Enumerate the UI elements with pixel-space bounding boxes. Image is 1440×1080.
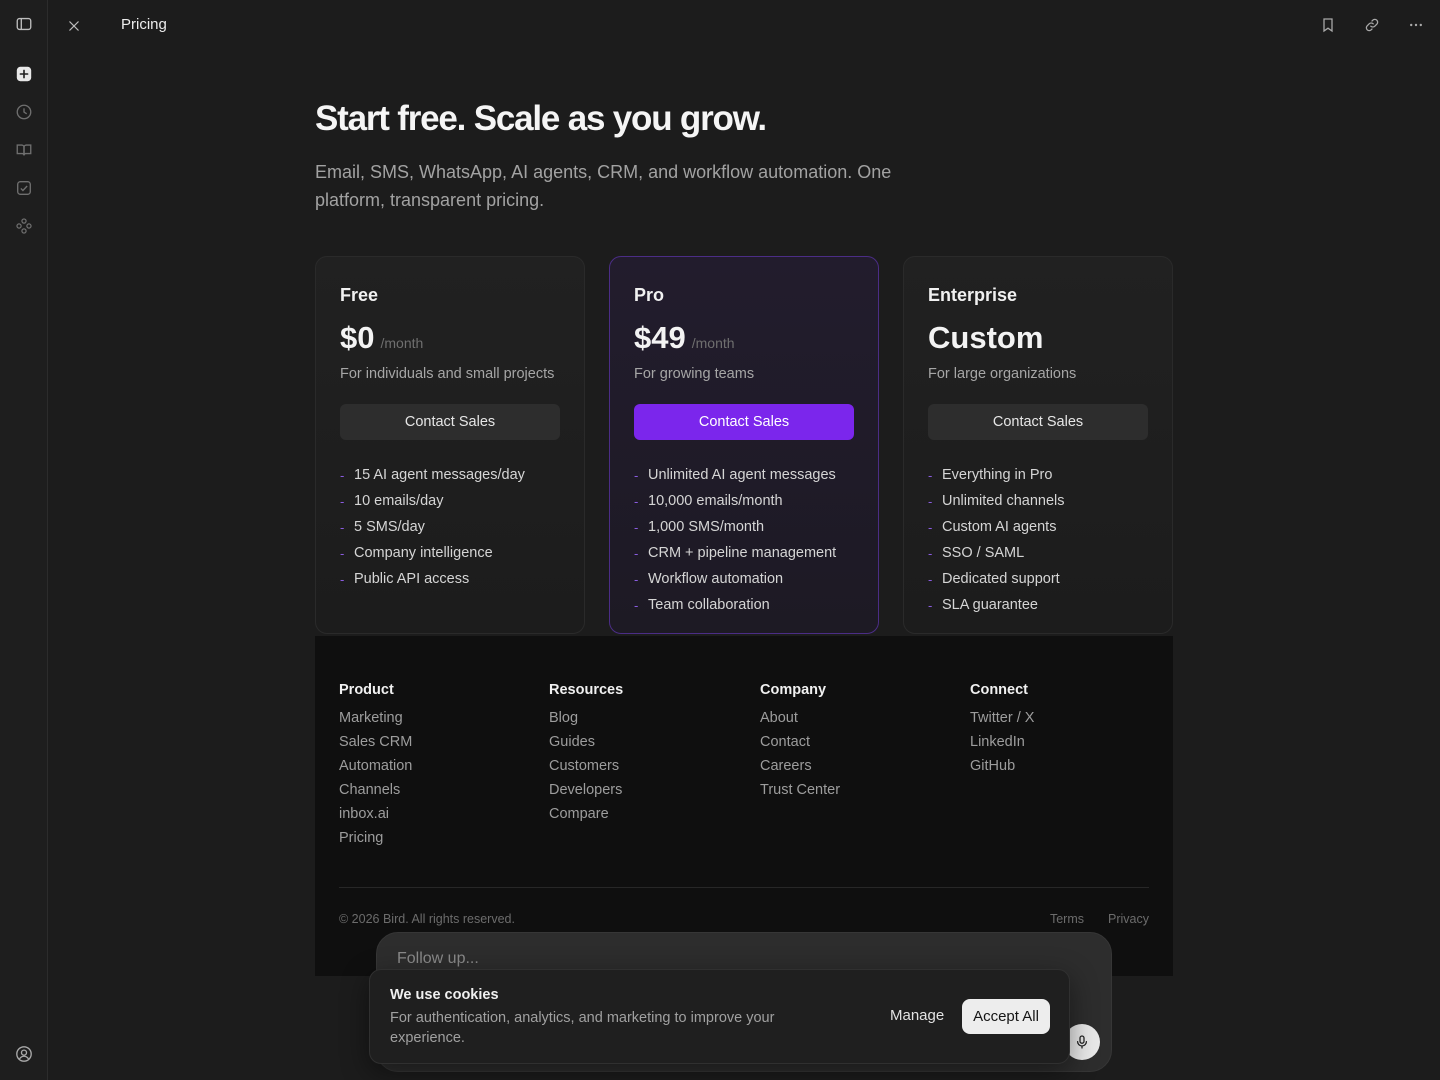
footer-link[interactable]: Automation	[339, 754, 529, 778]
task-check-icon[interactable]	[14, 178, 34, 198]
plan-period: /month	[691, 335, 735, 351]
contact-sales-button[interactable]: Contact Sales	[340, 404, 560, 440]
new-thread-icon[interactable]	[14, 64, 34, 84]
plan-card-enterprise: Enterprise Custom For large organization…	[903, 256, 1173, 634]
footer-link[interactable]: Marketing	[339, 706, 529, 730]
feature-item: -15 AI agent messages/day	[340, 467, 525, 483]
footer-link[interactable]: Careers	[760, 754, 950, 778]
plan-card-pro: Pro $49 /month For growing teams Contact…	[609, 256, 879, 634]
plan-name: Pro	[634, 285, 665, 305]
follow-up-input[interactable]: Follow up...	[397, 950, 479, 968]
pricing-plans: Free $0 /month For individuals and small…	[315, 256, 1173, 634]
close-icon[interactable]	[64, 16, 84, 36]
footer-link[interactable]: About	[760, 706, 950, 730]
accept-all-button[interactable]: Accept All	[962, 999, 1050, 1034]
plan-price: Custom	[928, 320, 1044, 355]
feature-item: - Dedicated support	[928, 571, 1060, 587]
site-footer: Product Marketing Sales CRM Automation C…	[315, 636, 1173, 976]
footer-column-company: Company About Contact Careers Trust Cent…	[760, 682, 950, 802]
feature-item: - Everything in Pro	[928, 467, 1053, 483]
footer-divider	[339, 887, 1149, 888]
manage-cookies-button[interactable]: Manage	[890, 1007, 944, 1024]
feature-item: -5 SMS/day	[340, 519, 425, 535]
plan-name: Free	[340, 285, 379, 305]
footer-link[interactable]: Twitter / X	[970, 706, 1160, 730]
contact-sales-button[interactable]: Contact Sales	[634, 404, 854, 440]
hero-section: Start free. Scale as you grow. Email, SM…	[315, 98, 935, 214]
hero-title: Start free. Scale as you grow.	[315, 99, 767, 138]
feature-item: - Custom AI agents	[928, 519, 1057, 535]
feature-item: - Public API access	[340, 571, 470, 587]
cookie-title: We use cookies	[390, 987, 499, 1003]
footer-column-product: Product Marketing Sales CRM Automation C…	[339, 682, 529, 850]
feature-item: -1,000 SMS/month	[634, 519, 765, 535]
footer-link[interactable]: Guides	[549, 730, 739, 754]
cookie-description: For authentication, analytics, and marke…	[390, 1010, 775, 1046]
top-bar: Pricing	[48, 0, 1440, 52]
page-title: Pricing	[121, 16, 167, 33]
link-icon[interactable]	[1362, 15, 1382, 35]
feature-item: - CRM + pipeline management	[634, 545, 837, 561]
feature-item: - Workflow automation	[634, 571, 784, 587]
plan-period: /month	[380, 335, 424, 351]
footer-link[interactable]: Channels	[339, 778, 529, 802]
book-icon[interactable]	[14, 140, 34, 160]
footer-link[interactable]: Pricing	[339, 826, 529, 850]
footer-link[interactable]: Customers	[549, 754, 739, 778]
terms-link[interactable]: Terms	[1050, 912, 1084, 926]
account-icon[interactable]	[14, 1044, 34, 1064]
footer-heading: Connect	[970, 682, 1028, 698]
footer-link[interactable]: Developers	[549, 778, 739, 802]
plan-name: Enterprise	[928, 285, 1018, 305]
copyright: © 2026 Bird. All rights reserved.	[339, 912, 515, 926]
feature-list: - Unlimited AI agent messages -10,000 ema…	[634, 462, 854, 618]
footer-link[interactable]: Sales CRM	[339, 730, 529, 754]
legal-links: Terms Privacy	[1050, 912, 1149, 926]
feature-item: - Unlimited channels	[928, 493, 1065, 509]
feature-list: -15 AI agent messages/day -10 emails/day…	[340, 462, 560, 592]
footer-link[interactable]: LinkedIn	[970, 730, 1160, 754]
feature-item: - SLA guarantee	[928, 597, 1038, 613]
feature-item: - Unlimited AI agent messages	[634, 467, 836, 483]
left-rail	[0, 0, 48, 1080]
feature-item: - Company intelligence	[340, 545, 493, 561]
apps-icon[interactable]	[14, 216, 34, 236]
footer-link[interactable]: Blog	[549, 706, 739, 730]
plan-price: $0	[340, 320, 375, 355]
footer-column-connect: Connect Twitter / X LinkedIn GitHub	[970, 682, 1160, 778]
feature-item: -10,000 emails/month	[634, 493, 783, 509]
plan-card-free: Free $0 /month For individuals and small…	[315, 256, 585, 634]
hero-subtitle: Email, SMS, WhatsApp, AI agents, CRM, an…	[315, 162, 892, 210]
privacy-link[interactable]: Privacy	[1108, 912, 1149, 926]
cookie-banner: We use cookies For authentication, analy…	[369, 969, 1070, 1064]
feature-item: - Team collaboration	[634, 597, 770, 613]
footer-column-resources: Resources Blog Guides Customers Develope…	[549, 682, 739, 826]
plan-description: For growing teams	[634, 366, 755, 382]
feature-list: - Everything in Pro - Unlimited channels -…	[928, 462, 1148, 618]
footer-heading: Company	[760, 682, 827, 698]
sidebar-toggle-icon[interactable]	[14, 14, 34, 34]
bookmark-icon[interactable]	[1318, 15, 1338, 35]
feature-item: - SSO / SAML	[928, 545, 1025, 561]
plan-description: For individuals and small projects	[340, 366, 555, 382]
history-icon[interactable]	[14, 102, 34, 122]
footer-link[interactable]: Contact	[760, 730, 950, 754]
contact-sales-button[interactable]: Contact Sales	[928, 404, 1148, 440]
plan-description: For large organizations	[928, 366, 1077, 382]
footer-link[interactable]: Compare	[549, 802, 739, 826]
footer-heading: Product	[339, 682, 394, 698]
footer-link[interactable]: GitHub	[970, 754, 1160, 778]
footer-link[interactable]: inbox.ai	[339, 802, 529, 826]
top-actions	[1318, 15, 1426, 35]
plan-price: $49	[634, 320, 686, 355]
more-icon[interactable]	[1406, 15, 1426, 35]
footer-heading: Resources	[549, 682, 624, 698]
feature-item: -10 emails/day	[340, 493, 444, 509]
footer-link[interactable]: Trust Center	[760, 778, 950, 802]
